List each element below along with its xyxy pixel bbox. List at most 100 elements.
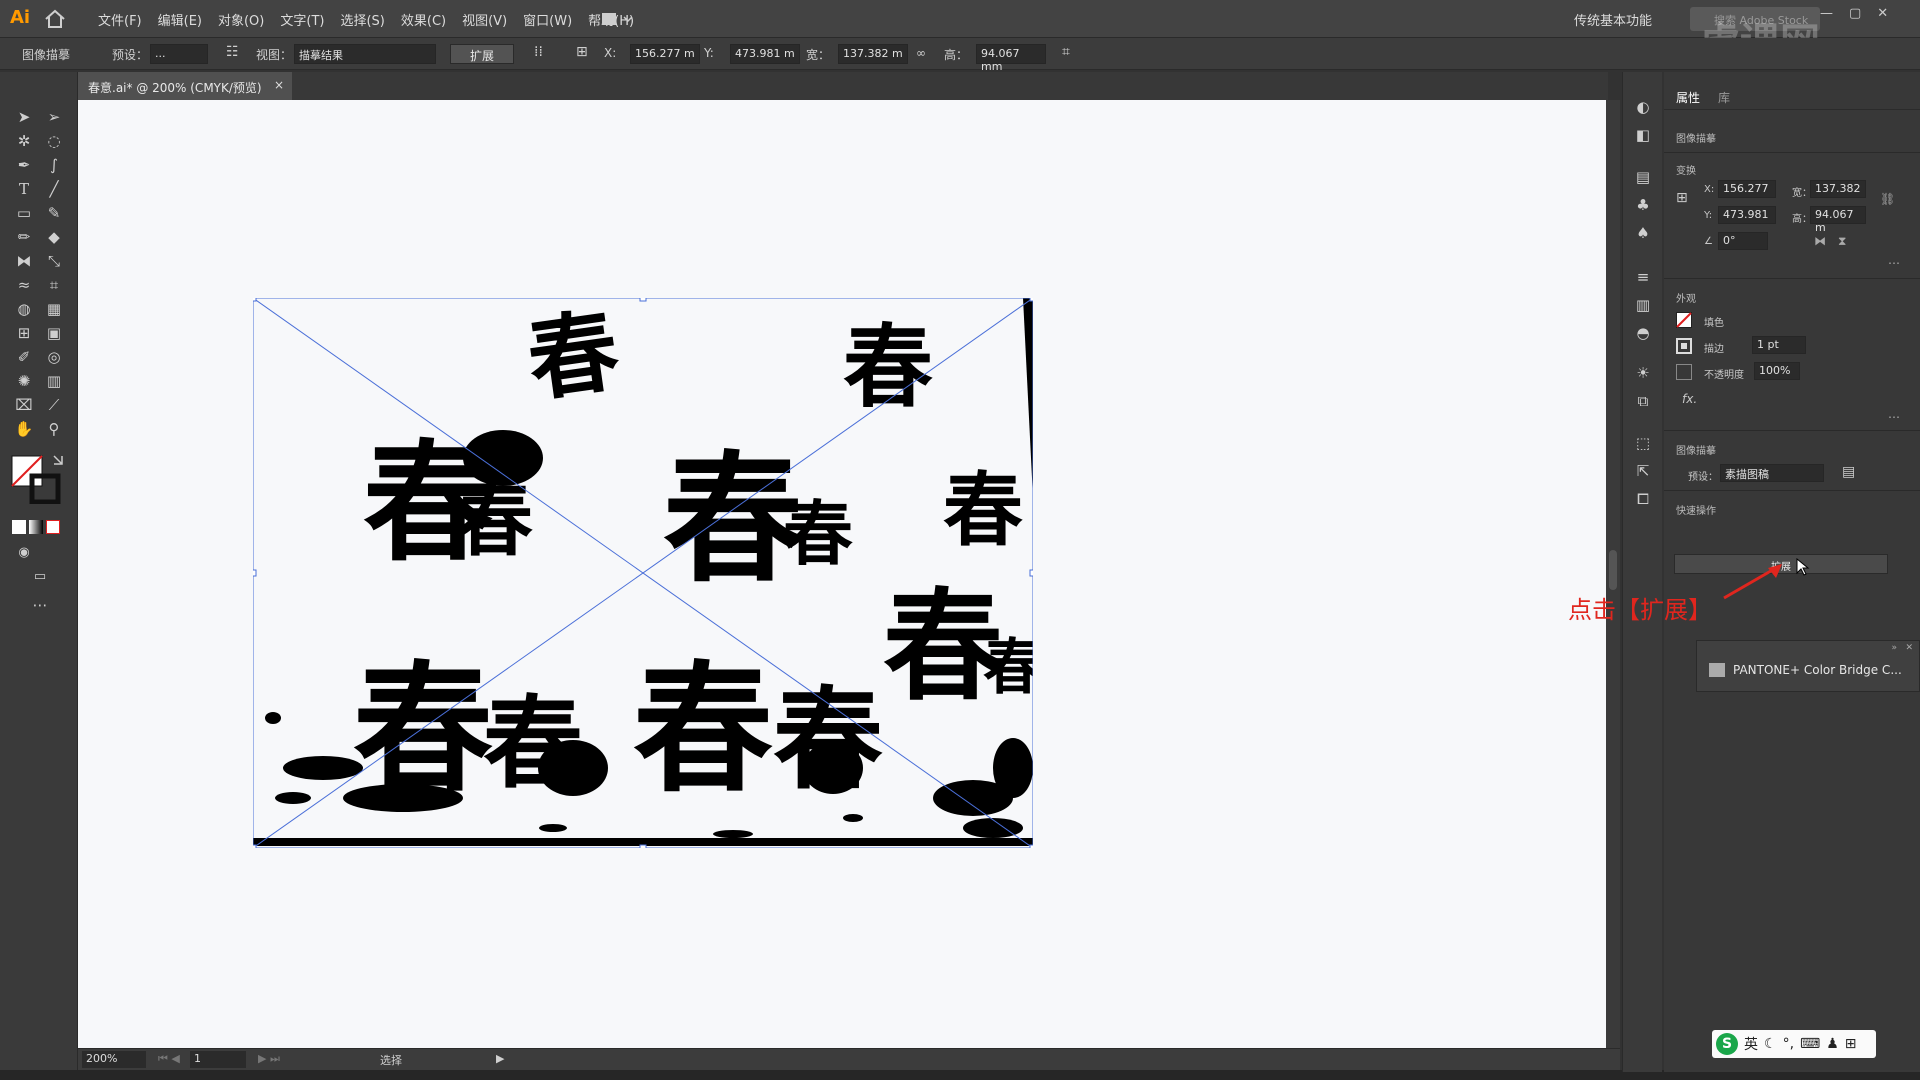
artboard-canvas[interactable]: 春 春 春 春 春 春 春 春 春 春 春 春 春	[78, 100, 1606, 1048]
export-panel-icon[interactable]: ⇱	[1633, 462, 1653, 482]
ime-moon-icon[interactable]: ☾	[1764, 1036, 1777, 1052]
ime-logo[interactable]: S	[1716, 1033, 1738, 1055]
close-tab-icon[interactable]: ×	[274, 78, 284, 92]
menu-file[interactable]: 文件(F)	[90, 10, 150, 29]
home-icon[interactable]	[44, 9, 66, 29]
ime-user-icon[interactable]: ♟	[1826, 1036, 1839, 1052]
pen-tool-icon[interactable]: ✒	[12, 154, 36, 176]
constrain-proportions-icon[interactable]: ⛓	[1880, 192, 1895, 206]
mesh-tool-icon[interactable]: ⊞	[12, 322, 36, 344]
more-tools-icon[interactable]: ⋯	[28, 594, 52, 616]
document-tab[interactable]: 春意.ai* @ 200% (CMYK/预览) ×	[78, 72, 292, 100]
gradient-panel-icon[interactable]: ▥	[1633, 296, 1653, 316]
traced-calligraphy-artwork[interactable]: 春 春 春 春 春 春 春 春 春 春 春 春 春	[253, 298, 1033, 848]
artboard-number-select[interactable]: 1	[190, 1051, 246, 1068]
line-tool-icon[interactable]: ╱	[42, 178, 66, 200]
fill-stroke-swatches[interactable]	[10, 454, 66, 504]
screen-mode-icon[interactable]: ▭	[28, 566, 52, 588]
eraser-tool-icon[interactable]: ◆	[42, 226, 66, 248]
next-page-icon[interactable]: ▶ ⏭	[258, 1052, 280, 1066]
menu-edit[interactable]: 编辑(E)	[150, 10, 210, 29]
menu-object[interactable]: 对象(O)	[210, 10, 272, 29]
fill-none-swatch[interactable]	[1676, 312, 1692, 328]
trace-preset-select[interactable]: 素描图稿	[1720, 464, 1824, 482]
menu-type[interactable]: 文字(T)	[272, 10, 332, 29]
more-options-icon[interactable]: ⋯	[1888, 410, 1900, 424]
ime-language[interactable]: 英	[1744, 1034, 1758, 1054]
close-window-icon[interactable]: ✕	[1877, 6, 1888, 21]
graphic-styles-icon[interactable]: ♠	[1633, 224, 1653, 244]
lasso-tool-icon[interactable]: ◌	[42, 130, 66, 152]
direct-selection-tool-icon[interactable]: ➢	[42, 106, 66, 128]
ime-menu-icon[interactable]: ⊞	[1845, 1036, 1857, 1052]
curvature-tool-icon[interactable]: ∫	[42, 154, 66, 176]
flip-vertical-icon[interactable]: ⧗	[1838, 234, 1846, 249]
transform-icon[interactable]: ⌗	[1062, 44, 1070, 60]
first-page-icon[interactable]: ⏮ ◀	[158, 1052, 180, 1066]
paintbrush-tool-icon[interactable]: ✎	[42, 202, 66, 224]
color-panel-icon[interactable]: ◐	[1633, 98, 1653, 118]
artboards-panel-icon[interactable]: ⧠	[1633, 490, 1653, 510]
stroke-panel-icon[interactable]: ≡	[1633, 268, 1653, 288]
menu-effect[interactable]: 效果(C)	[393, 10, 454, 29]
zoom-select[interactable]: 200%	[82, 1051, 146, 1068]
gradient-mode-icon[interactable]	[29, 520, 43, 534]
free-transform-icon[interactable]: ⌗	[42, 274, 66, 296]
slice-tool-icon[interactable]: ⟋	[42, 394, 66, 416]
pencil-tool-icon[interactable]: ✏	[12, 226, 36, 248]
reference-point-icon[interactable]: ⊞	[576, 44, 588, 60]
transform-x-field[interactable]: 156.277	[1718, 180, 1776, 198]
control-x-field[interactable]: 156.277 m	[630, 44, 700, 64]
control-view-select[interactable]: 描摹结果	[294, 44, 436, 64]
eyedropper-tool-icon[interactable]: ✐	[12, 346, 36, 368]
canvas-vertical-scrollbar[interactable]	[1606, 100, 1620, 1048]
transform-h-field[interactable]: 94.067 m	[1810, 206, 1866, 234]
workspace-switcher[interactable]: 传统基本功能	[1574, 10, 1652, 29]
minimize-icon[interactable]: —	[1820, 6, 1833, 21]
scroll-thumb[interactable]	[1609, 550, 1617, 590]
effects-fx-button[interactable]: fx.	[1682, 392, 1697, 406]
panel-collapse-icon[interactable]: »	[1891, 643, 1897, 653]
artboard-tool-icon[interactable]: ⌧	[12, 394, 36, 416]
menu-window[interactable]: 窗口(W)	[515, 10, 580, 29]
reference-point-icon[interactable]: ⊞	[1676, 190, 1688, 206]
control-preset-select[interactable]: ...	[150, 44, 208, 64]
transparency-panel-icon[interactable]: ◓	[1633, 324, 1653, 344]
zoom-tool-icon[interactable]: ⚲	[42, 418, 66, 440]
ime-keyboard-icon[interactable]: ⌨	[1800, 1036, 1820, 1052]
trace-panel-icon[interactable]: ☷	[226, 44, 239, 60]
reflect-tool-icon[interactable]: ⧓	[12, 250, 36, 272]
pantone-library-label[interactable]: PANTONE+ Color Bridge C...	[1733, 663, 1902, 677]
shape-builder-icon[interactable]: ◍	[12, 298, 36, 320]
transform-y-field[interactable]: 473.981	[1718, 206, 1776, 224]
control-y-field[interactable]: 473.981 m	[730, 44, 800, 64]
arrange-documents-icon[interactable]	[600, 10, 636, 28]
opacity-field[interactable]: 100%	[1754, 362, 1800, 380]
more-options-icon[interactable]: ⋯	[1888, 256, 1900, 270]
menu-select[interactable]: 选择(S)	[332, 10, 392, 29]
ime-punct-icon[interactable]: °,	[1783, 1036, 1794, 1052]
menu-view[interactable]: 视图(V)	[454, 10, 515, 29]
none-mode-icon[interactable]	[46, 520, 60, 534]
panel-close-icon[interactable]: ✕	[1905, 643, 1913, 653]
maximize-icon[interactable]: ▢	[1849, 6, 1861, 21]
control-w-field[interactable]: 137.382 m	[838, 44, 908, 64]
transform-w-field[interactable]: 137.382	[1810, 180, 1866, 198]
color-mode-icon[interactable]	[12, 520, 26, 534]
layers-panel-icon[interactable]: ⬚	[1633, 434, 1653, 454]
draw-mode-icon[interactable]: ◉	[12, 542, 36, 564]
tab-libraries[interactable]: 库	[1718, 89, 1730, 106]
control-expand-button[interactable]: 扩展	[450, 44, 514, 64]
opacity-icon[interactable]	[1676, 364, 1692, 380]
warp-tool-icon[interactable]: ≈	[12, 274, 36, 296]
stroke-swatch[interactable]	[1676, 338, 1692, 354]
brushes-panel-icon[interactable]: ▤	[1633, 168, 1653, 188]
hand-tool-icon[interactable]: ✋	[12, 418, 36, 440]
align-icon[interactable]: ⁞⁞	[534, 44, 543, 60]
gradient-tool-icon[interactable]: ▣	[42, 322, 66, 344]
link-proportions-icon[interactable]: ∞	[916, 46, 926, 60]
appearance-panel-icon[interactable]: ☀	[1633, 364, 1653, 384]
flip-horizontal-icon[interactable]: ⧓	[1814, 234, 1826, 248]
swatches-panel-icon[interactable]: ◧	[1633, 126, 1653, 146]
status-arrow-icon[interactable]: ▶	[496, 1052, 504, 1065]
